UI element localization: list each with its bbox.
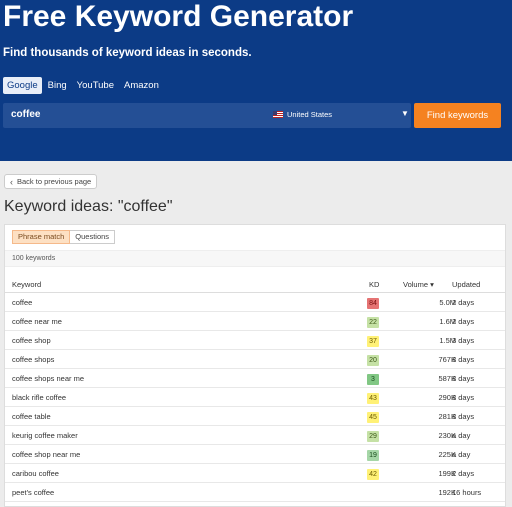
hero-banner: Free Keyword Generator Find thousands of…	[0, 0, 512, 161]
kd-badge: 37	[367, 336, 379, 347]
header-updated[interactable]: Updated	[452, 280, 480, 289]
keyword-cell[interactable]: coffee shop near me	[12, 450, 80, 459]
table-row[interactable]: coffee shop near me 19 225K a day	[5, 445, 505, 464]
kd-badge: 3	[367, 374, 379, 385]
back-button[interactable]: ‹ Back to previous page	[4, 174, 97, 189]
results-title: Keyword ideas: "coffee"	[4, 198, 173, 215]
keyword-cell[interactable]: black rifle coffee	[12, 393, 66, 402]
keyword-cell[interactable]: coffee table	[12, 412, 51, 421]
updated-cell: 3 days	[452, 374, 475, 383]
keyword-cell[interactable]: caribou coffee	[12, 469, 59, 478]
chevron-left-icon: ‹	[10, 176, 13, 187]
table-row[interactable]: coffee shops near me 3 587K 3 days	[5, 369, 505, 388]
volume-cell: 587K	[438, 374, 456, 383]
engine-tabs: Google Bing YouTube Amazon	[3, 77, 163, 94]
search-input[interactable]: coffee	[11, 109, 40, 120]
table-row[interactable]: black rifle coffee 43 290K 3 days	[5, 388, 505, 407]
table-row[interactable]: coffee near me 22 1.6M 2 days	[5, 312, 505, 331]
updated-cell: 2 days	[452, 298, 475, 307]
kd-badge: 42	[367, 469, 379, 480]
kd-badge: 84	[367, 298, 379, 309]
kd-badge: 20	[367, 355, 379, 366]
country-select[interactable]: United States	[273, 110, 332, 119]
header-keyword: Keyword	[12, 280, 42, 289]
keyword-cell[interactable]: keurig coffee maker	[12, 431, 78, 440]
find-keywords-button[interactable]: Find keywords	[414, 103, 501, 128]
tab-phrase-match[interactable]: Phrase match	[12, 230, 71, 244]
kd-badge: 29	[367, 431, 379, 442]
keyword-count-bar: 100 keywords	[5, 250, 505, 267]
header-volume-label: Volume	[403, 280, 429, 289]
engine-tab-google[interactable]: Google	[3, 77, 42, 94]
table-row[interactable]: peet's coffee 192K 16 hours	[5, 483, 505, 502]
volume-cell: 767K	[438, 355, 456, 364]
updated-cell: 2 days	[452, 317, 475, 326]
keyword-count: 100 keywords	[12, 255, 56, 262]
search-bar: coffee United States ▼	[3, 103, 411, 128]
updated-cell: 3 days	[452, 393, 475, 402]
kd-badge: 43	[367, 393, 379, 404]
volume-cell: 281K	[438, 412, 456, 421]
kd-badge: 19	[367, 450, 379, 461]
volume-cell: 5.0M	[439, 298, 456, 307]
sort-desc-icon: ▾	[430, 280, 434, 289]
updated-cell: a day	[452, 431, 471, 440]
volume-cell: 192K	[438, 488, 456, 497]
engine-tab-youtube[interactable]: YouTube	[73, 77, 118, 94]
volume-cell: 225K	[438, 450, 456, 459]
chevron-down-icon[interactable]: ▼	[401, 109, 409, 118]
table-row[interactable]: keurig coffee maker 29 230K a day	[5, 426, 505, 445]
engine-tab-bing[interactable]: Bing	[44, 77, 71, 94]
table-row[interactable]: coffee 84 5.0M 2 days	[5, 293, 505, 312]
updated-cell: 16 hours	[452, 488, 482, 497]
keyword-cell[interactable]: coffee shops near me	[12, 374, 84, 383]
kd-badge: 45	[367, 412, 379, 423]
engine-tab-amazon[interactable]: Amazon	[120, 77, 163, 94]
keyword-cell[interactable]: peet's coffee	[12, 488, 54, 497]
table-row[interactable]: coffee shop 37 1.5M 3 days	[5, 331, 505, 350]
table-row[interactable]: coffee shops 20 767K 3 days	[5, 350, 505, 369]
keyword-cell[interactable]: coffee shop	[12, 336, 51, 345]
updated-cell: 3 days	[452, 355, 475, 364]
keyword-cell[interactable]: coffee	[12, 298, 32, 307]
match-type-tabs: Phrase match Questions	[12, 230, 116, 244]
back-button-label: Back to previous page	[17, 177, 92, 186]
volume-cell: 230K	[438, 431, 456, 440]
volume-cell: 1.6M	[439, 317, 456, 326]
volume-cell: 1.5M	[439, 336, 456, 345]
header-volume[interactable]: Volume ▾	[403, 280, 434, 289]
page-heading: Free Keyword Generator	[3, 0, 354, 33]
updated-cell: a day	[452, 450, 471, 459]
header-kd[interactable]: KD	[369, 280, 379, 289]
kd-badge: 22	[367, 317, 379, 328]
updated-cell: 2 days	[452, 469, 475, 478]
results-panel: Phrase match Questions 100 keywords Keyw…	[4, 224, 506, 507]
table-row[interactable]: caribou coffee 42 199K 2 days	[5, 464, 505, 483]
table-row[interactable]: coffee table 45 281K 3 days	[5, 407, 505, 426]
updated-cell: 3 days	[452, 412, 475, 421]
keyword-cell[interactable]: coffee near me	[12, 317, 62, 326]
volume-cell: 199K	[438, 469, 456, 478]
us-flag-icon	[273, 111, 283, 118]
tab-questions[interactable]: Questions	[70, 230, 116, 244]
country-label: United States	[287, 110, 333, 119]
hero-subtitle: Find thousands of keyword ideas in secon…	[3, 47, 252, 59]
volume-cell: 290K	[438, 393, 456, 402]
table-header: Keyword KD Volume ▾ Updated	[5, 275, 505, 293]
keyword-cell[interactable]: coffee shops	[12, 355, 54, 364]
updated-cell: 3 days	[452, 336, 475, 345]
